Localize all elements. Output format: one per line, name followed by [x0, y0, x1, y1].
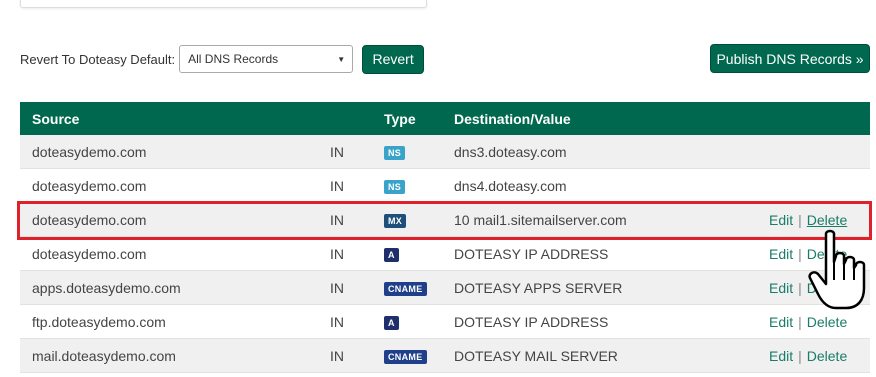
destination-cell: dns3.doteasy.com — [454, 135, 769, 169]
table-row: doteasydemo.com IN NS dns3.doteasy.com — [20, 135, 870, 169]
destination-cell: DOTEASY APPS SERVER — [454, 270, 769, 305]
type-badge: A — [384, 248, 399, 262]
type-cell: MX — [384, 202, 454, 237]
header-destination: Destination/Value — [454, 102, 769, 135]
type-cell: A — [384, 304, 454, 339]
edit-link[interactable]: Edit — [769, 348, 793, 364]
class-cell: IN — [330, 202, 384, 237]
edit-link[interactable]: Edit — [769, 280, 793, 296]
header-in — [330, 102, 384, 135]
source-cell: doteasydemo.com — [20, 236, 330, 271]
class-cell: IN — [330, 338, 384, 373]
delete-link[interactable]: Delete — [807, 212, 847, 228]
header-source: Source — [20, 102, 330, 135]
destination-cell: DOTEASY MAIL SERVER — [454, 338, 769, 373]
edit-link[interactable]: Edit — [769, 212, 793, 228]
revert-button[interactable]: Revert — [362, 44, 425, 74]
dns-records-table: Source Type Destination/Value doteasydem… — [20, 102, 870, 373]
type-badge: NS — [384, 180, 406, 194]
table-row: doteasydemo.com IN NS dns4.doteasy.com — [20, 168, 870, 203]
destination-cell: DOTEASY IP ADDRESS — [454, 304, 769, 339]
separator: | — [798, 245, 802, 262]
class-cell: IN — [330, 304, 384, 339]
table-row: doteasydemo.com IN A DOTEASY IP ADDRESS … — [20, 236, 870, 271]
separator: | — [798, 279, 802, 296]
separator: | — [798, 347, 802, 364]
type-badge: CNAME — [384, 282, 427, 296]
edit-link[interactable]: Edit — [769, 314, 793, 330]
type-badge: NS — [384, 146, 406, 160]
publish-dns-records-button[interactable]: Publish DNS Records » — [710, 44, 870, 73]
table-row: mail.doteasydemo.com IN CNAME DOTEASY MA… — [20, 338, 870, 373]
table-row: doteasydemo.com IN MX 10 mail1.sitemails… — [20, 202, 870, 237]
select-value: All DNS Records — [188, 52, 279, 66]
chevron-down-icon: ▼ — [337, 55, 346, 64]
edit-link[interactable]: Edit — [769, 246, 793, 262]
class-cell: IN — [330, 168, 384, 203]
type-cell: CNAME — [384, 270, 454, 305]
hand-pointer-icon — [808, 229, 866, 310]
source-cell: doteasydemo.com — [20, 168, 330, 203]
source-cell: ftp.doteasydemo.com — [20, 304, 330, 339]
table-row: ftp.doteasydemo.com IN A DOTEASY IP ADDR… — [20, 304, 870, 339]
separator: | — [798, 313, 802, 330]
source-cell: mail.doteasydemo.com — [20, 338, 330, 373]
top-panel — [20, 0, 427, 8]
type-badge: CNAME — [384, 350, 427, 364]
source-cell: doteasydemo.com — [20, 135, 330, 169]
type-badge: A — [384, 316, 399, 330]
actions-cell — [769, 135, 870, 169]
table-header-row: Source Type Destination/Value — [20, 102, 870, 135]
revert-label: Revert To Doteasy Default: — [20, 51, 176, 67]
type-badge: MX — [384, 214, 407, 228]
separator: | — [798, 211, 802, 228]
header-actions — [769, 102, 870, 135]
class-cell: IN — [330, 270, 384, 305]
source-cell: apps.doteasydemo.com — [20, 270, 330, 305]
source-cell: doteasydemo.com — [20, 202, 330, 237]
class-cell: IN — [330, 135, 384, 169]
actions-cell — [769, 168, 870, 203]
destination-cell: dns4.doteasy.com — [454, 168, 769, 203]
type-cell: NS — [384, 168, 454, 203]
destination-cell: DOTEASY IP ADDRESS — [454, 236, 769, 271]
toolbar: Revert To Doteasy Default: All DNS Recor… — [20, 44, 425, 74]
class-cell: IN — [330, 236, 384, 271]
delete-link[interactable]: Delete — [807, 314, 847, 330]
destination-cell: 10 mail1.sitemailserver.com — [454, 202, 769, 237]
type-cell: A — [384, 236, 454, 271]
delete-link[interactable]: Delete — [807, 348, 847, 364]
type-cell: NS — [384, 135, 454, 169]
actions-cell: Edit | Delete — [769, 338, 870, 373]
type-cell: CNAME — [384, 338, 454, 373]
table-row: apps.doteasydemo.com IN CNAME DOTEASY AP… — [20, 270, 870, 305]
dns-records-select[interactable]: All DNS Records ▼ — [179, 45, 354, 73]
header-type: Type — [384, 102, 454, 135]
